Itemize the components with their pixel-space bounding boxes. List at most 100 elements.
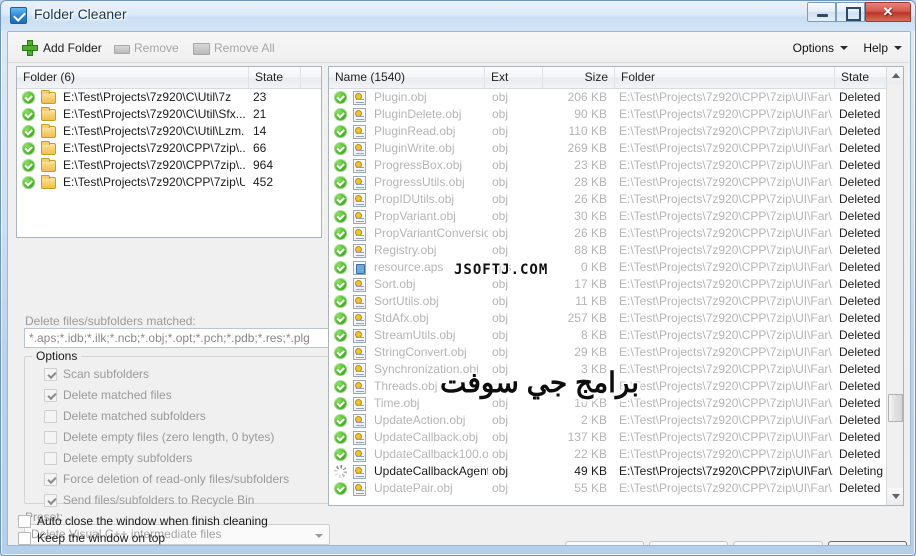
folder-row[interactable]: E:\Test\Projects\7z920\CPP\7zip\UI 452 bbox=[17, 174, 321, 191]
option-checkbox-3[interactable]: Delete empty files (zero length, 0 bytes… bbox=[44, 429, 274, 445]
file-row[interactable]: Registry.obj obj 88 KB E:\Test\Projects\7z9… bbox=[329, 242, 886, 259]
folder-row[interactable]: E:\Test\Projects\7z920\C\Util\7z 23 bbox=[17, 89, 321, 106]
chevron-down-icon bbox=[894, 45, 902, 50]
column-header-state[interactable]: State bbox=[249, 67, 301, 88]
check-icon bbox=[334, 482, 347, 495]
file-ext: obj bbox=[492, 481, 509, 495]
options-menu-button[interactable]: Options bbox=[793, 38, 848, 57]
column-header-ext[interactable]: Ext bbox=[485, 67, 543, 88]
column-header-state[interactable]: State bbox=[835, 67, 888, 88]
file-size: 6 KB bbox=[580, 379, 607, 393]
folder-row[interactable]: E:\Test\Projects\7z920\C\Util\Lzm... 14 bbox=[17, 123, 321, 140]
file-row[interactable]: ProgressBox.obj obj 23 KB E:\Test\Projects\… bbox=[329, 157, 886, 174]
remove-button[interactable]: Remove bbox=[109, 37, 183, 58]
option-checkbox-0[interactable]: Scan subfolders bbox=[44, 366, 149, 382]
file-folder: E:\Test\Projects\7z920\CPP\7zip\UI\Far\.… bbox=[619, 277, 833, 291]
file-name: PluginDelete.obj bbox=[374, 107, 462, 121]
bottom-option-checkbox-0[interactable]: Auto close the window when finish cleani… bbox=[18, 514, 268, 528]
folder-row[interactable]: E:\Test\Projects\7z920\C\Util\Sfx... 21 bbox=[17, 106, 321, 123]
file-ext: obj bbox=[492, 277, 509, 291]
stop-button[interactable]: Stop bbox=[828, 541, 907, 545]
close-button[interactable] bbox=[865, 2, 911, 22]
scroll-down-arrow-icon[interactable] bbox=[887, 488, 903, 505]
minimize-button[interactable] bbox=[807, 2, 836, 22]
column-header-folder[interactable]: Folder bbox=[615, 67, 835, 88]
file-name: PropIDUtils.obj bbox=[374, 192, 455, 206]
scroll-up-arrow-icon[interactable] bbox=[887, 67, 903, 84]
file-row[interactable]: Time.obj obj 10 KB E:\Test\Projects\7z920\C… bbox=[329, 395, 886, 412]
column-header-name[interactable]: Name (1540) bbox=[329, 67, 485, 88]
file-row[interactable]: PluginWrite.obj obj 269 KB E:\Test\Projects… bbox=[329, 140, 886, 157]
scrollbar-thumb[interactable] bbox=[888, 394, 903, 422]
check-icon bbox=[22, 91, 35, 104]
file-row[interactable]: UpdatePair.obj obj 55 KB E:\Test\Projects\7… bbox=[329, 480, 886, 497]
file-row[interactable]: PropVariantConversio... obj 26 KB E:\Test\P… bbox=[329, 225, 886, 242]
file-size: 55 KB bbox=[574, 481, 607, 495]
file-folder: E:\Test\Projects\7z920\CPP\7zip\UI\Far\.… bbox=[619, 209, 833, 223]
file-icon bbox=[353, 278, 366, 292]
cleaning-button[interactable]: Cleaning bbox=[649, 541, 728, 545]
file-state: Deleted bbox=[839, 481, 881, 495]
file-list-scrollbar[interactable] bbox=[886, 67, 903, 505]
file-row[interactable]: UpdateCallback100.obj obj 22 KB E:\Test\Pro… bbox=[329, 446, 886, 463]
file-folder: E:\Test\Projects\7z920\CPP\7zip\UI\Far\.… bbox=[619, 464, 833, 478]
folder-row[interactable]: E:\Test\Projects\7z920\CPP\7zip\... 66 bbox=[17, 140, 321, 157]
file-name: UpdateCallbackAgent... bbox=[374, 464, 488, 478]
folder-icon bbox=[41, 141, 56, 155]
file-row[interactable]: Sort.obj obj 17 KB E:\Test\Projects\7z920\C… bbox=[329, 276, 886, 293]
file-row[interactable]: resource.aps aps 0 KB E:\Test\Projects\7z92… bbox=[329, 259, 886, 276]
maximize-button[interactable] bbox=[836, 2, 865, 22]
file-row[interactable]: UpdateCallback.obj obj 137 KB E:\Test\Proje… bbox=[329, 429, 886, 446]
remove-all-icon bbox=[193, 40, 210, 56]
file-row[interactable]: PropIDUtils.obj obj 26 KB E:\Test\Projects\… bbox=[329, 191, 886, 208]
file-folder: E:\Test\Projects\7z920\CPP\7zip\UI\Far\.… bbox=[619, 430, 833, 444]
file-list[interactable]: Name (1540) Ext Size Folder State Plugin… bbox=[328, 66, 904, 506]
check-icon bbox=[22, 125, 35, 138]
file-state: Deleted bbox=[839, 311, 881, 325]
file-row[interactable]: PropVariant.obj obj 30 KB E:\Test\Projects\… bbox=[329, 208, 886, 225]
scan-and-clean-button[interactable]: Scan & Clean bbox=[733, 541, 823, 545]
file-size: 8 KB bbox=[580, 328, 607, 342]
file-ext: aps bbox=[492, 260, 512, 274]
file-row[interactable]: ProgressUtils.obj obj 28 KB E:\Test\Project… bbox=[329, 174, 886, 191]
folder-row[interactable]: E:\Test\Projects\7z920\CPP\7zip\... 964 bbox=[17, 157, 321, 174]
column-header-folder[interactable]: Folder (6) bbox=[17, 67, 249, 88]
file-row[interactable]: StringConvert.obj obj 29 KB E:\Test\Project… bbox=[329, 344, 886, 361]
check-icon bbox=[334, 244, 347, 257]
add-folder-button[interactable]: Add Folder bbox=[18, 37, 106, 58]
help-menu-button[interactable]: Help bbox=[863, 38, 902, 57]
bottom-option-checkbox-1[interactable]: Keep the window on top bbox=[18, 531, 165, 545]
option-checkbox-4[interactable]: Delete empty subfolders bbox=[44, 450, 192, 466]
file-row[interactable]: StreamUtils.obj obj 8 KB E:\Test\Projects\7… bbox=[329, 327, 886, 344]
file-row[interactable]: PluginDelete.obj obj 90 KB E:\Test\Projects… bbox=[329, 106, 886, 123]
file-row[interactable]: StdAfx.obj obj 257 KB E:\Test\Projects\7z92… bbox=[329, 310, 886, 327]
column-header-size[interactable]: Size bbox=[543, 67, 615, 88]
option-checkbox-1[interactable]: Delete matched files bbox=[44, 387, 172, 403]
file-row[interactable]: Threads.obj obj 6 KB E:\Test\Projects\7z920… bbox=[329, 378, 886, 395]
file-row[interactable]: UpdateAction.obj obj 2 KB E:\Test\Projects\… bbox=[329, 412, 886, 429]
option-label: Scan subfolders bbox=[63, 367, 150, 381]
file-row[interactable]: Plugin.obj obj 206 KB E:\Test\Projects\7z92… bbox=[329, 89, 886, 106]
option-checkbox-6[interactable]: Send files/subfolders to Recycle Bin bbox=[44, 492, 254, 508]
file-row[interactable]: Synchronization.obj obj 3 KB E:\Test\Projec… bbox=[329, 361, 886, 378]
file-folder: E:\Test\Projects\7z920\CPP\7zip\UI\Far\.… bbox=[619, 311, 833, 325]
option-checkbox-5[interactable]: Force deletion of read-only files/subfol… bbox=[44, 471, 289, 487]
folder-icon bbox=[41, 158, 56, 172]
file-row[interactable]: SortUtils.obj obj 11 KB E:\Test\Projects\7z… bbox=[329, 293, 886, 310]
check-icon bbox=[22, 108, 35, 121]
pattern-input[interactable]: *.aps;*.idb;*.ilk;*.ncb;*.obj;*.opt;*.pc… bbox=[24, 328, 330, 348]
file-state: Deleted bbox=[839, 362, 881, 376]
file-name: StreamUtils.obj bbox=[374, 328, 456, 342]
remove-all-button[interactable]: Remove All bbox=[189, 37, 279, 58]
check-icon bbox=[334, 312, 347, 325]
file-name: PropVariantConversio... bbox=[374, 226, 488, 240]
scan-button[interactable]: Scan bbox=[565, 541, 644, 545]
file-row[interactable]: PluginRead.obj obj 110 KB E:\Test\Projects\… bbox=[329, 123, 886, 140]
folder-state: 23 bbox=[253, 90, 267, 104]
file-row[interactable]: UpdateCallbackAgent... obj 49 KB E:\Test\Pr… bbox=[329, 463, 886, 480]
file-size: 269 KB bbox=[567, 141, 607, 155]
file-name: UpdateCallback100.obj bbox=[374, 447, 488, 461]
checkbox-box bbox=[44, 430, 57, 444]
option-checkbox-2[interactable]: Delete matched subfolders bbox=[44, 408, 206, 424]
folder-list[interactable]: Folder (6) State E:\Test\Projects\7z920\… bbox=[16, 66, 322, 238]
